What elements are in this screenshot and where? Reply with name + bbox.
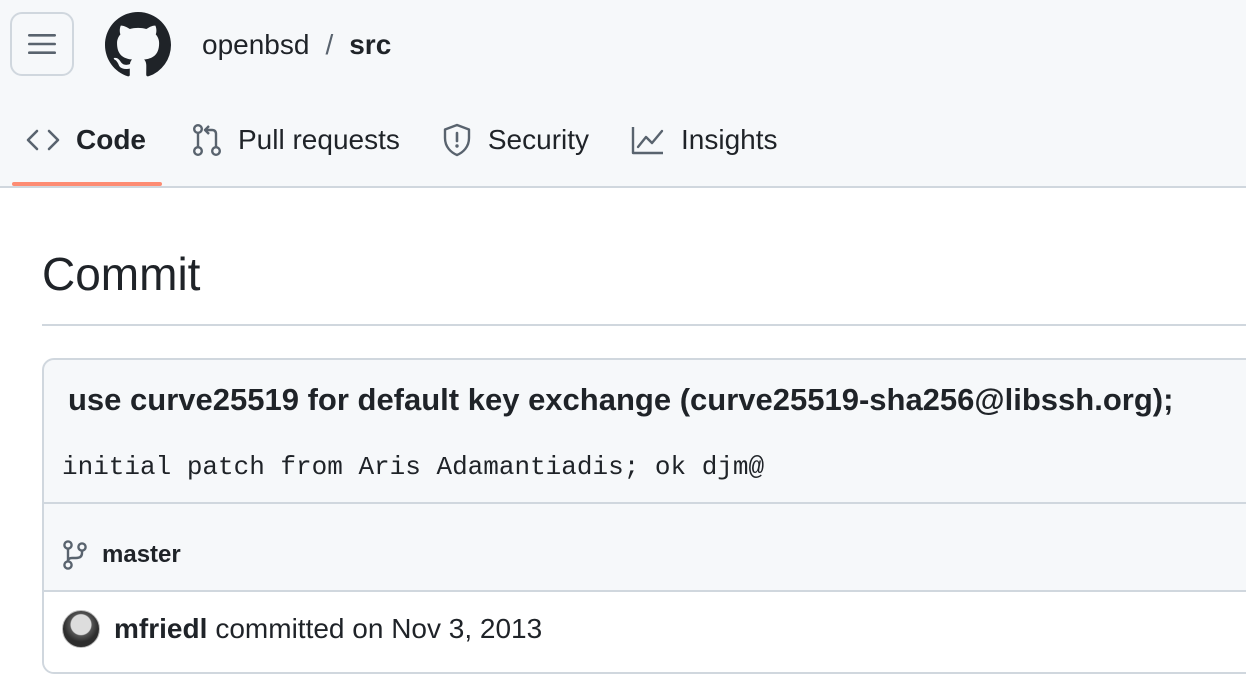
tab-pull-requests[interactable]: Pull requests <box>180 104 412 176</box>
repo-owner-link[interactable]: openbsd <box>202 25 309 65</box>
commit-description: initial patch from Aris Adamantiadis; ok… <box>62 452 765 482</box>
graph-icon <box>631 127 664 155</box>
tab-code[interactable]: Code <box>12 104 162 186</box>
title-divider <box>42 324 1246 326</box>
tab-security[interactable]: Security <box>430 104 601 176</box>
commit-footer: mfriedl committed on Nov 3, 2013 <box>44 590 1246 672</box>
avatar[interactable] <box>62 610 100 648</box>
tab-insights-label: Insights <box>681 124 778 155</box>
page-title: Commit <box>42 248 201 300</box>
commit-divider <box>44 502 1246 504</box>
repo-header: openbsd / src Code Pull requests Securit… <box>0 0 1246 188</box>
branch-name: master <box>102 541 181 568</box>
shield-icon <box>443 123 471 157</box>
hamburger-icon <box>28 34 56 54</box>
commit-author-row: mfriedl committed on Nov 3, 2013 <box>62 610 542 648</box>
author-link[interactable]: mfriedl <box>114 613 207 645</box>
repo-breadcrumb: openbsd / src <box>202 25 391 65</box>
git-branch-icon <box>63 540 87 570</box>
commit-card: use curve25519 for default key exchange … <box>42 358 1246 674</box>
commit-date: committed on Nov 3, 2013 <box>215 613 543 644</box>
github-logo-icon[interactable] <box>105 12 171 78</box>
branch-label[interactable]: master <box>62 540 181 570</box>
tab-insights[interactable]: Insights <box>619 104 790 176</box>
git-pull-request-icon <box>193 124 221 156</box>
breadcrumb-separator: / <box>325 29 334 60</box>
tab-security-label: Security <box>487 124 590 155</box>
menu-button[interactable] <box>10 12 74 76</box>
tab-code-label: Code <box>76 124 146 155</box>
commit-title: use curve25519 for default key exchange … <box>68 382 1174 417</box>
tab-pull-requests-label: Pull requests <box>238 124 400 155</box>
repo-name-link[interactable]: src <box>349 25 391 65</box>
code-icon <box>26 129 60 151</box>
repo-nav-tabs: Code Pull requests Security Insights <box>0 104 808 188</box>
